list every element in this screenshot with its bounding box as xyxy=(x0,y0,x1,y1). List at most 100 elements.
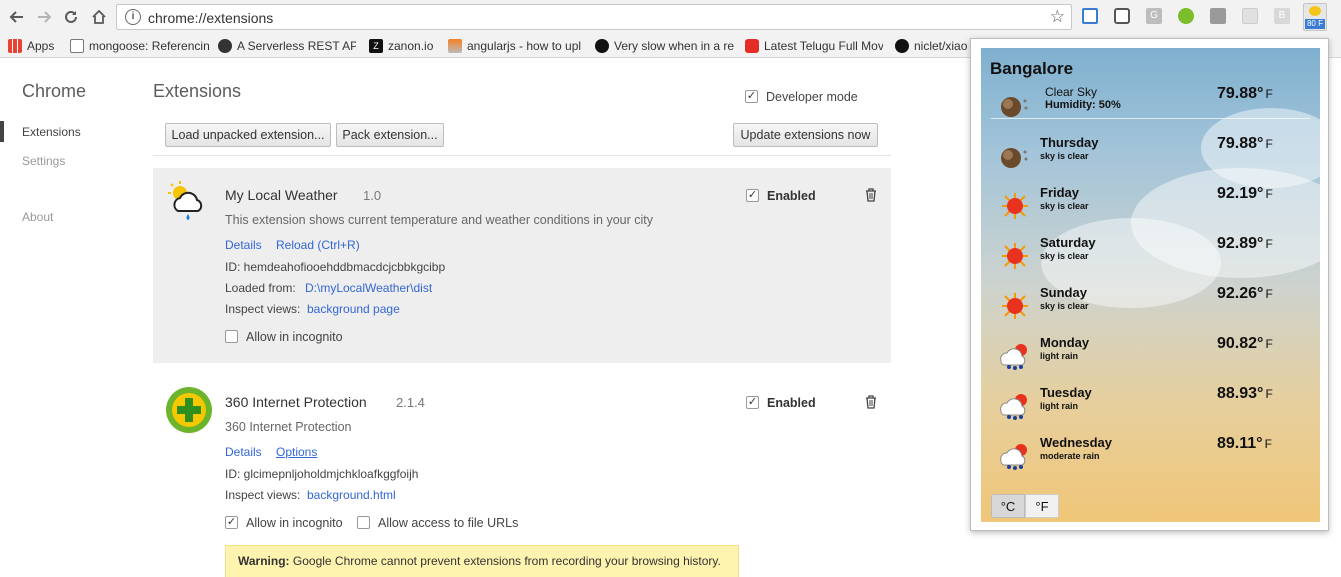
update-extensions-button[interactable]: Update extensions now xyxy=(733,123,878,147)
home-icon xyxy=(92,9,106,24)
info-icon[interactable]: i xyxy=(125,9,141,25)
weather-extension-logo-icon xyxy=(168,181,203,220)
bookmark-item[interactable]: angularjs - how to upl xyxy=(448,38,584,54)
sidebar-item-about[interactable]: About xyxy=(22,210,53,224)
enabled-checkbox[interactable]: ✓ xyxy=(746,189,759,202)
forecast-day: Monday xyxy=(1040,335,1090,350)
warning-text: Google Chrome cannot prevent extensions … xyxy=(289,554,721,568)
sidebar-item-extensions[interactable]: Extensions xyxy=(22,125,81,139)
back-button[interactable] xyxy=(6,6,28,28)
zanon-icon: Z xyxy=(369,39,383,53)
reload-button[interactable] xyxy=(60,6,82,28)
browser-window: i chrome://extensions ☆ G B 80 F Apps mo… xyxy=(0,0,1341,577)
forecast-temp-value: 92.19° xyxy=(1217,185,1264,202)
bookmark-label: A Serverless REST API xyxy=(237,39,356,53)
github-icon xyxy=(895,39,909,53)
details-link[interactable]: Details xyxy=(225,445,262,459)
github-icon xyxy=(595,39,609,53)
current-condition: Clear Sky xyxy=(1045,85,1098,99)
trash-icon[interactable] xyxy=(865,395,877,409)
weather-panel: Bangalore Clear Sky Humidity: 50% 79.88°… xyxy=(981,48,1320,522)
forecast-temperature: 92.89° F xyxy=(1217,235,1307,253)
forward-button[interactable] xyxy=(33,6,55,28)
options-link[interactable]: Options xyxy=(276,445,317,459)
rain-icon xyxy=(1000,344,1027,370)
divider xyxy=(991,118,1310,119)
forecast-temp-unit: F xyxy=(1265,387,1273,401)
bookmark-item[interactable]: Z zanon.io xyxy=(369,38,441,54)
sidebar-selection-bar xyxy=(0,121,4,142)
bookmark-item[interactable]: Very slow when in a re xyxy=(595,38,735,54)
current-temp-value: 79.88° xyxy=(1217,85,1264,102)
background-page-link[interactable]: background page xyxy=(307,302,400,316)
forward-arrow-icon xyxy=(38,11,52,23)
enabled-label: Enabled xyxy=(767,189,816,203)
extension-name: My Local Weather xyxy=(225,187,338,203)
bookmark-apps[interactable]: Apps xyxy=(8,38,68,54)
serverless-icon xyxy=(218,39,232,53)
bookmark-item[interactable]: niclet/xiao xyxy=(895,38,970,54)
bookmark-item[interactable]: A Serverless REST API xyxy=(218,38,356,54)
bookmark-label: Very slow when in a re xyxy=(614,39,735,53)
g-extension-icon[interactable]: G xyxy=(1146,8,1162,24)
rain-icon xyxy=(1000,394,1027,420)
address-bar[interactable]: i chrome://extensions ☆ xyxy=(116,4,1072,30)
bookmark-label: Latest Telugu Full Mov xyxy=(764,39,883,53)
celsius-button[interactable]: °C xyxy=(991,494,1025,518)
enabled-checkbox[interactable]: ✓ xyxy=(746,396,759,409)
divider xyxy=(153,155,891,156)
forecast-temp-value: 88.93° xyxy=(1217,385,1264,402)
extension-description: This extension shows current temperature… xyxy=(225,213,653,227)
load-unpacked-button[interactable]: Load unpacked extension... xyxy=(165,123,331,147)
bookmark-star-icon[interactable]: ☆ xyxy=(1050,7,1065,27)
extension-id: ID: glcimepnljoholdmjchkloafkggfoijh xyxy=(225,467,419,481)
forecast-condition: sky is clear xyxy=(1040,151,1089,161)
address-url[interactable]: chrome://extensions xyxy=(148,10,273,26)
allow-file-urls-checkbox[interactable] xyxy=(357,516,370,529)
stackoverflow-icon xyxy=(448,39,462,53)
allow-incognito-label: Allow in incognito xyxy=(246,516,343,530)
rain-icon xyxy=(1000,444,1027,470)
bookmark-label: mongoose: Referencin xyxy=(89,39,210,53)
table-extension-icon[interactable] xyxy=(1242,8,1258,24)
pack-extension-button[interactable]: Pack extension... xyxy=(336,123,444,147)
inspect-views-label: Inspect views: xyxy=(225,302,301,316)
forecast-day: Saturday xyxy=(1040,235,1096,250)
extension-description: 360 Internet Protection xyxy=(225,420,352,434)
inspect-views-label: Inspect views: xyxy=(225,488,301,502)
developer-mode-label: Developer mode xyxy=(766,90,858,104)
allow-incognito-checkbox[interactable]: ✓ xyxy=(225,516,238,529)
details-link[interactable]: Details xyxy=(225,238,262,252)
forecast-condition: moderate rain xyxy=(1040,451,1100,461)
home-button[interactable] xyxy=(88,6,110,28)
forecast-temp-value: 92.89° xyxy=(1217,235,1264,252)
weather-extension-button[interactable]: 80 F xyxy=(1303,3,1327,31)
360-extension-icon[interactable] xyxy=(1178,8,1194,24)
bookmark-label: niclet/xiao xyxy=(914,39,968,53)
forecast-temp-value: 89.11° xyxy=(1217,435,1263,452)
unit-toggle: °C °F xyxy=(991,494,1059,518)
car-extension-icon[interactable] xyxy=(1114,8,1130,24)
bookmark-item[interactable]: mongoose: Referencin xyxy=(70,38,210,54)
trash-icon[interactable] xyxy=(865,188,877,202)
sidebar-item-settings[interactable]: Settings xyxy=(22,154,65,168)
b-extension-icon[interactable]: B xyxy=(1274,8,1290,24)
reload-link[interactable]: Reload (Ctrl+R) xyxy=(276,238,360,252)
forecast-condition: light rain xyxy=(1040,351,1078,361)
fahrenheit-button[interactable]: °F xyxy=(1025,494,1059,518)
screen-capture-extension-icon[interactable] xyxy=(1082,8,1098,24)
gray-extension-icon[interactable] xyxy=(1210,8,1226,24)
forecast-day: Sunday xyxy=(1040,285,1087,300)
temperature-badge: 80 F xyxy=(1305,19,1325,29)
loaded-from-path-link[interactable]: D:\myLocalWeather\dist xyxy=(305,281,432,295)
developer-mode-checkbox[interactable]: ✓ xyxy=(745,90,758,103)
page-title: Extensions xyxy=(153,81,242,101)
bookmark-item[interactable]: Latest Telugu Full Mov xyxy=(745,38,883,54)
forecast-day: Tuesday xyxy=(1040,385,1092,400)
forecast-temp-value: 92.26° xyxy=(1217,285,1264,302)
allow-incognito-checkbox[interactable] xyxy=(225,330,238,343)
forecast-temp-value: 79.88° xyxy=(1217,135,1264,152)
bookmark-label: Apps xyxy=(27,39,55,53)
background-html-link[interactable]: background.html xyxy=(307,488,396,502)
forecast-temperature: 79.88° F xyxy=(1217,135,1307,153)
